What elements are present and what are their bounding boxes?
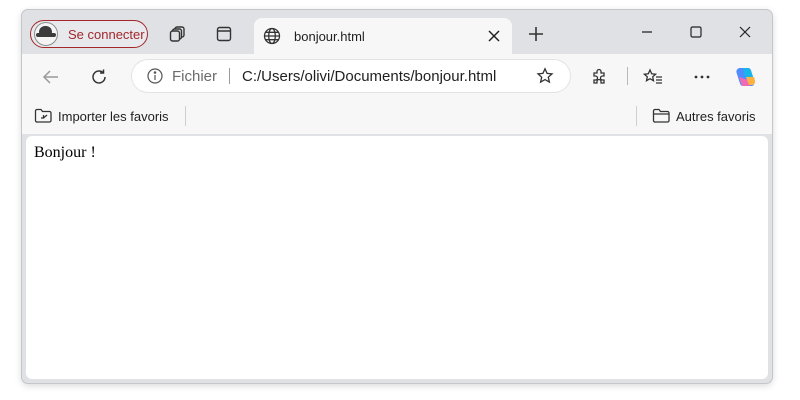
minimize-button[interactable] — [625, 18, 669, 46]
title-bar: Se connecter bonjour.html — [22, 10, 772, 54]
copilot-icon[interactable] — [733, 64, 759, 90]
profile-label: Se connecter — [68, 26, 145, 42]
other-favorites-button[interactable]: Autres favoris — [652, 104, 755, 128]
import-favorites-label: Importer les favoris — [58, 108, 169, 124]
favorites-bar: Importer les favoris Autres favoris — [22, 98, 772, 134]
import-folder-icon — [34, 108, 52, 124]
page-text: Bonjour ! — [34, 144, 96, 161]
new-tab-icon[interactable] — [525, 23, 547, 45]
back-button[interactable] — [38, 64, 64, 90]
tab-title: bonjour.html — [294, 28, 365, 44]
maximize-button[interactable] — [674, 18, 718, 46]
extensions-icon[interactable] — [587, 64, 613, 90]
page-content: Bonjour ! — [26, 136, 768, 379]
other-favorites-label: Autres favoris — [676, 108, 756, 124]
address-separator — [229, 68, 231, 84]
import-favorites-button[interactable]: Importer les favoris — [34, 104, 169, 128]
globe-icon — [262, 26, 282, 46]
favorites-divider-left — [185, 106, 186, 126]
workspaces-icon[interactable] — [167, 23, 189, 45]
toolbar-divider — [627, 67, 628, 85]
tab-close-icon[interactable] — [482, 24, 506, 48]
favorites-icon[interactable] — [640, 64, 666, 90]
refresh-button[interactable] — [86, 64, 112, 90]
tab-active[interactable]: bonjour.html — [254, 18, 512, 54]
favorites-divider-right — [636, 106, 637, 126]
avatar — [34, 22, 58, 46]
vertical-tabs-icon[interactable] — [213, 23, 235, 45]
folder-icon — [652, 108, 670, 124]
address-bar[interactable]: Fichier C:/Users/olivi/Documents/bonjour… — [132, 60, 570, 92]
star-icon[interactable] — [534, 65, 556, 87]
scheme-label: Fichier — [172, 67, 218, 85]
browser-window: Se connecter bonjour.html Fichier C:/Use… — [22, 10, 772, 383]
info-icon[interactable] — [146, 67, 164, 85]
navigation-bar: Fichier C:/Users/olivi/Documents/bonjour… — [22, 54, 772, 98]
close-window-button[interactable] — [723, 18, 767, 46]
more-options-icon[interactable] — [689, 64, 715, 90]
profile-button[interactable]: Se connecter — [30, 20, 148, 48]
url-field[interactable]: C:/Users/olivi/Documents/bonjour.html — [242, 68, 534, 85]
